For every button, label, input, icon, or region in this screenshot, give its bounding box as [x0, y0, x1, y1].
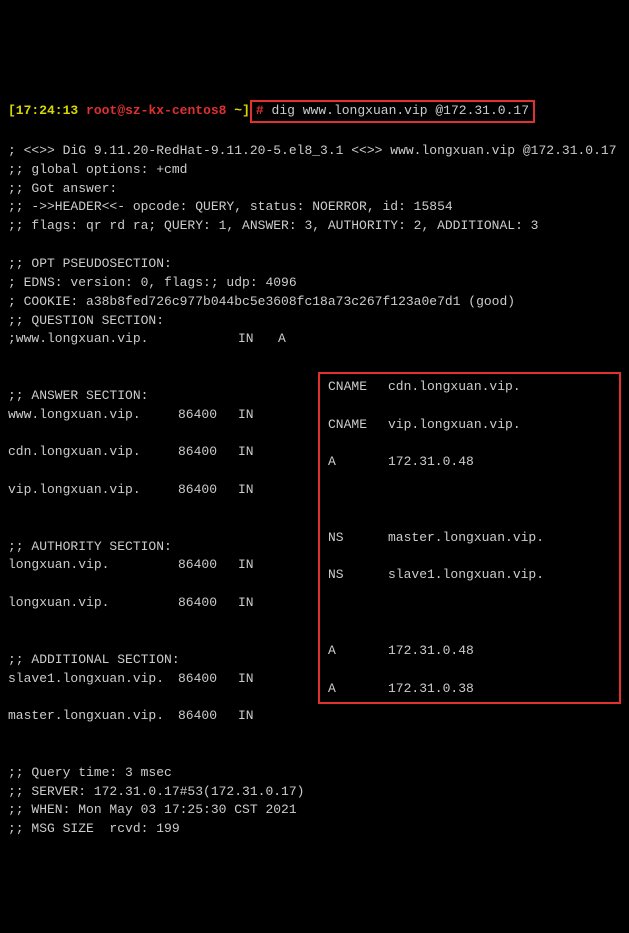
- got-answer: ;; Got answer:: [8, 181, 117, 196]
- terminal-output: [17:24:13 root@sz-kx-centos8 ~]# dig www…: [8, 81, 621, 839]
- question-section-hdr: ;; QUESTION SECTION:: [8, 313, 164, 328]
- question-type: A: [278, 330, 338, 349]
- prompt-bracket: ]: [242, 103, 250, 118]
- table-row: CNAMEvip.longxuan.vip.: [328, 416, 611, 435]
- table-row: CNAMEcdn.longxuan.vip.: [328, 378, 611, 397]
- flags-line: ;; flags: qr rd ra; QUERY: 1, ANSWER: 3,…: [8, 218, 539, 233]
- sections-right: CNAMEcdn.longxuan.vip. CNAMEvip.longxuan…: [318, 368, 621, 745]
- question-row: ;www.longxuan.vip. INA: [8, 330, 621, 349]
- edns-line: ; EDNS: version: 0, flags:; udp: 4096: [8, 275, 297, 290]
- table-row: A172.31.0.48: [328, 642, 611, 661]
- question-name: ;www.longxuan.vip.: [8, 330, 178, 349]
- question-cls: IN: [238, 330, 278, 349]
- header-line: ;; ->>HEADER<<- opcode: QUERY, status: N…: [8, 199, 453, 214]
- global-opts: ;; global options: +cmd: [8, 162, 187, 177]
- question-ttl: [178, 330, 238, 349]
- table-row: NSslave1.longxuan.vip.: [328, 566, 611, 585]
- prompt-host: sz-kx-centos8: [125, 103, 226, 118]
- table-row: A172.31.0.38: [328, 680, 611, 699]
- command-highlight-box: # dig www.longxuan.vip @172.31.0.17: [250, 100, 535, 123]
- prompt-path: ~: [234, 103, 242, 118]
- authority-section-hdr: ;; AUTHORITY SECTION:: [8, 539, 172, 554]
- query-time: ;; Query time: 3 msec: [8, 765, 172, 780]
- prompt-user: root: [86, 103, 117, 118]
- opt-pseudosection-hdr: ;; OPT PSEUDOSECTION:: [8, 256, 172, 271]
- answer-section-hdr: ;; ANSWER SECTION:: [8, 388, 148, 403]
- prompt-timestamp: [17:24:13: [8, 103, 78, 118]
- table-row: A172.31.0.48: [328, 453, 611, 472]
- sections-layout: ;; ANSWER SECTION: www.longxuan.vip.8640…: [8, 368, 621, 745]
- table-row: master.longxuan.vip.86400IN: [8, 707, 318, 726]
- command-text[interactable]: dig www.longxuan.vip @172.31.0.17: [272, 103, 529, 118]
- answer-highlight-box: CNAMEcdn.longxuan.vip. CNAMEvip.longxuan…: [318, 372, 621, 704]
- table-row: vip.longxuan.vip.86400IN: [8, 481, 318, 500]
- prompt-at: @: [117, 103, 125, 118]
- table-row: longxuan.vip.86400IN: [8, 594, 318, 613]
- table-row: NSmaster.longxuan.vip.: [328, 529, 611, 548]
- prompt-hash: #: [256, 103, 264, 118]
- additional-section-hdr: ;; ADDITIONAL SECTION:: [8, 652, 180, 667]
- when-line: ;; WHEN: Mon May 03 17:25:30 CST 2021: [8, 802, 297, 817]
- msg-size-line: ;; MSG SIZE rcvd: 199: [8, 821, 180, 836]
- sections-left: ;; ANSWER SECTION: www.longxuan.vip.8640…: [8, 368, 318, 745]
- table-row: slave1.longxuan.vip.86400IN: [8, 670, 318, 689]
- dig-banner: ; <<>> DiG 9.11.20-RedHat-9.11.20-5.el8_…: [8, 143, 617, 158]
- table-row: www.longxuan.vip.86400IN: [8, 406, 318, 425]
- cookie-line: ; COOKIE: a38b8fed726c977b044bc5e3608fc1…: [8, 294, 515, 309]
- table-row: cdn.longxuan.vip.86400IN: [8, 443, 318, 462]
- table-row: longxuan.vip.86400IN: [8, 556, 318, 575]
- server-line: ;; SERVER: 172.31.0.17#53(172.31.0.17): [8, 784, 304, 799]
